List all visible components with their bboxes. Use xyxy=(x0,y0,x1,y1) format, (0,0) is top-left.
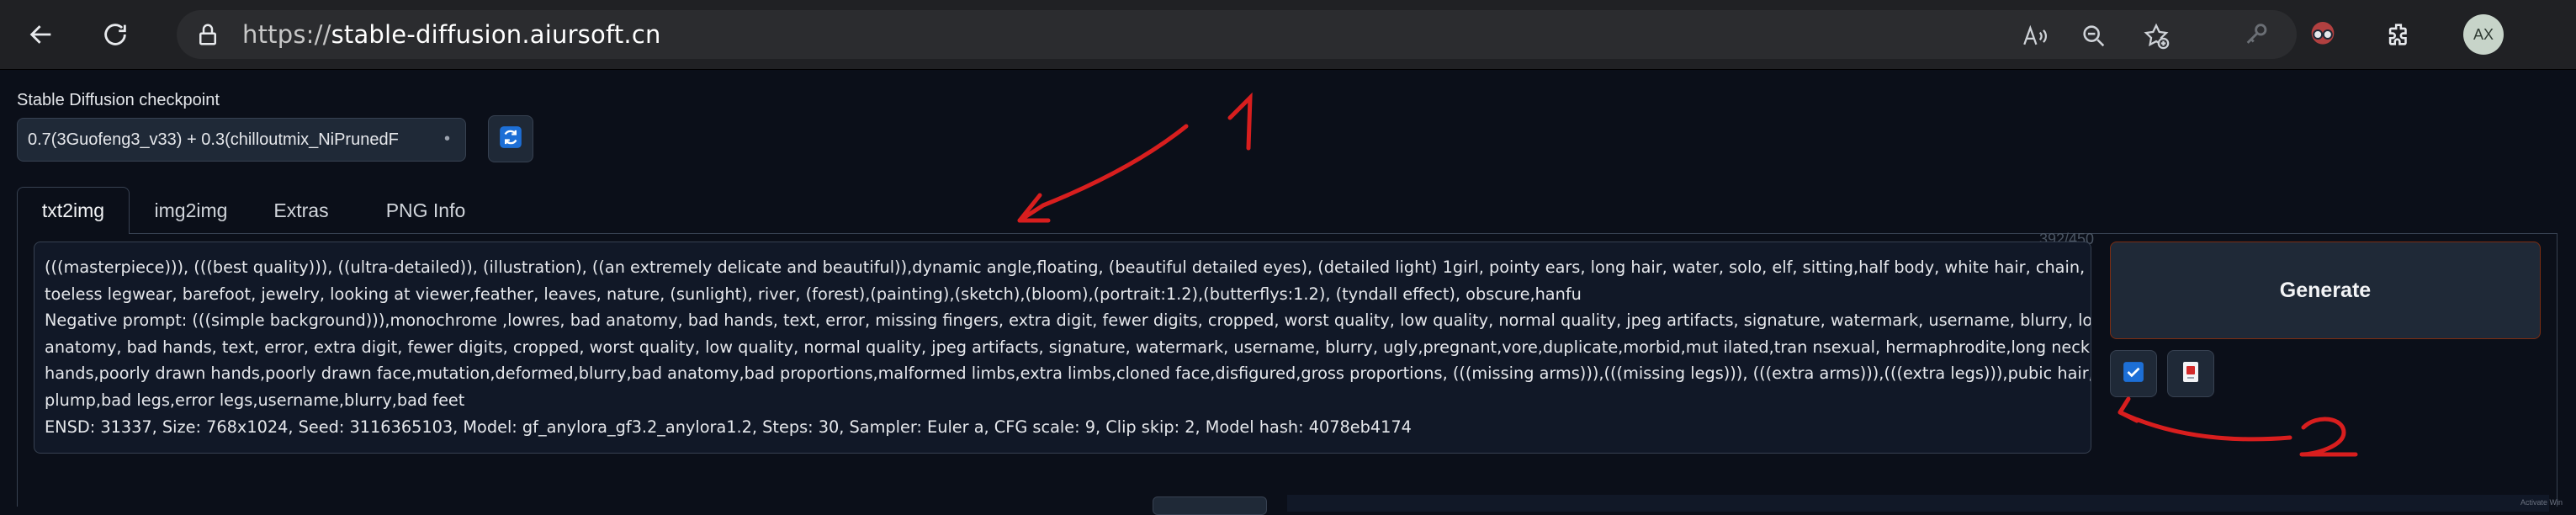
extensions-icon[interactable] xyxy=(2376,12,2421,57)
bottom-control[interactable] xyxy=(1153,496,1267,515)
negative-prompt-line: plump,bad legs,error legs,username,blurr… xyxy=(45,390,465,410)
tab-extras[interactable]: Extras xyxy=(257,187,345,234)
key-icon[interactable] xyxy=(2234,12,2280,57)
url-text: https://stable-diffusion.aiursoft.cn xyxy=(242,20,661,49)
checkpoint-dropdown[interactable]: 0.7(3Guofeng3_v33) + 0.3(chilloutmix_NiP… xyxy=(17,118,466,162)
activation-watermark: Activate Win xyxy=(2520,498,2563,507)
tab-txt2img[interactable]: txt2img xyxy=(17,187,130,234)
prompt-line: toeless legwear, barefoot, jewelry, look… xyxy=(45,284,1582,304)
tab-png-info[interactable]: PNG Info xyxy=(357,187,495,234)
refresh-icon xyxy=(499,125,522,153)
paste-params-button[interactable] xyxy=(2110,350,2157,397)
checkbox-checked-icon xyxy=(2123,361,2144,387)
red-clear-icon xyxy=(2181,361,2201,387)
reload-icon[interactable] xyxy=(93,12,138,57)
refresh-checkpoint-button[interactable] xyxy=(488,115,533,162)
browser-toolbar: https://stable-diffusion.aiursoft.cn AX xyxy=(0,0,2576,70)
lock-icon[interactable] xyxy=(195,22,220,51)
avatar[interactable]: AX xyxy=(2463,14,2504,55)
annotation-number-1 xyxy=(1227,92,1253,151)
checkpoint-value: 0.7(3Guofeng3_v33) + 0.3(chilloutmix_NiP… xyxy=(28,130,399,149)
dropdown-arrow-icon: • xyxy=(443,130,450,148)
prompt-textarea[interactable]: (((masterpiece))), (((best quality))), (… xyxy=(34,242,2091,454)
zoom-out-icon[interactable] xyxy=(2080,22,2108,50)
checkpoint-label: Stable Diffusion checkpoint xyxy=(17,91,220,109)
output-panel xyxy=(1287,495,2549,512)
annotation-arrow-1 xyxy=(1017,124,1189,223)
generate-button[interactable]: Generate xyxy=(2110,242,2541,339)
negative-prompt-line: Negative prompt: (((simple background)))… xyxy=(45,311,2091,331)
glasses-icon[interactable] xyxy=(2300,12,2345,57)
address-bar[interactable]: https://stable-diffusion.aiursoft.cn xyxy=(177,10,2297,59)
generation-params-line: ENSD: 31337, Size: 768x1024, Seed: 31163… xyxy=(45,417,1412,437)
negative-prompt-line: hands,poorly drawn hands,poorly drawn fa… xyxy=(45,364,2091,384)
tab-img2img[interactable]: img2img xyxy=(135,187,247,234)
prompt-line: (((masterpiece))), (((best quality))), (… xyxy=(45,258,2091,277)
back-arrow-icon[interactable] xyxy=(19,12,64,57)
negative-prompt-line: anatomy, bad hands, text, error, extra d… xyxy=(45,337,2091,357)
favorite-add-icon[interactable] xyxy=(2142,22,2171,50)
read-aloud-icon[interactable] xyxy=(2021,22,2049,50)
clear-prompt-button[interactable] xyxy=(2167,350,2214,397)
